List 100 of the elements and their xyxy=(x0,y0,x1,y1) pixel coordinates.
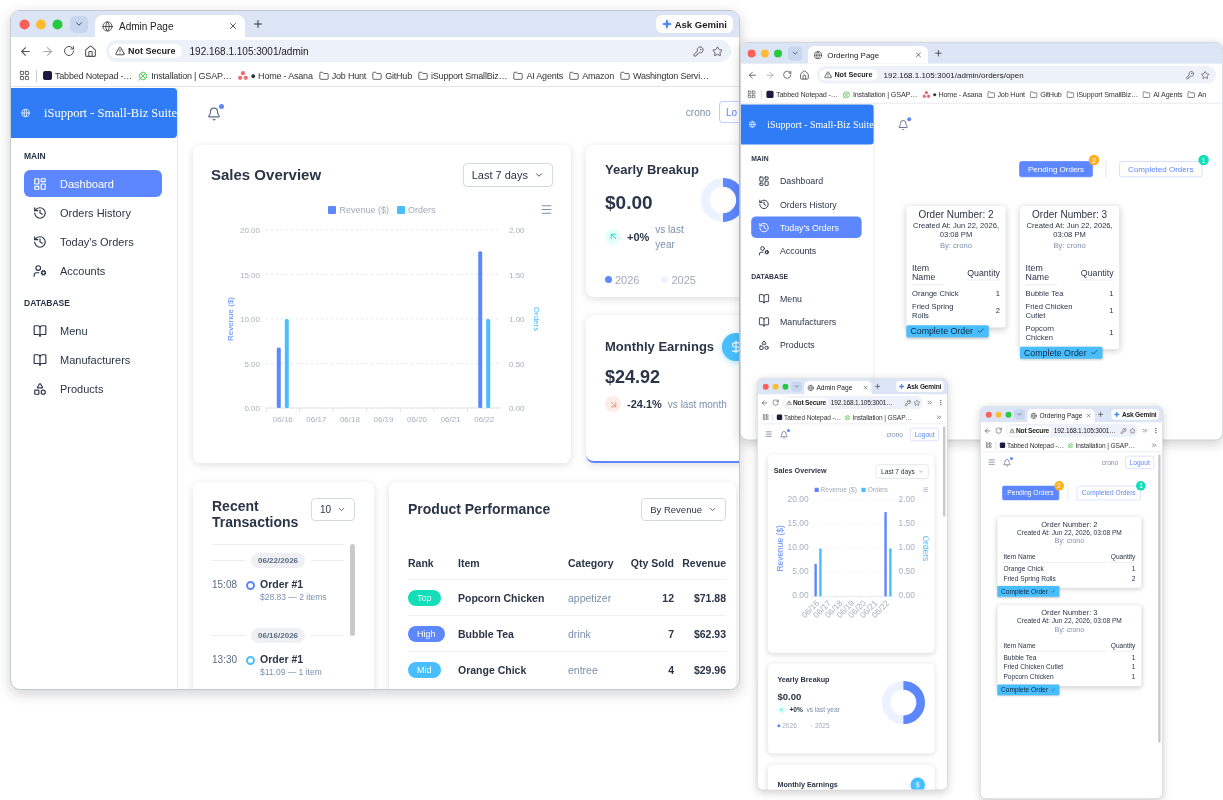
column-header: Rank xyxy=(408,557,435,569)
transaction-detail: $28.83 — 2 items xyxy=(260,592,328,603)
bookmark-link[interactable]: ● Home - Asana xyxy=(237,70,313,81)
y-tick-label: 1.50 xyxy=(898,518,915,529)
sidebar-item[interactable]: Accounts xyxy=(24,257,162,284)
y-tick-label: 15.00 xyxy=(787,518,809,529)
card-title: Yearly Breakup xyxy=(605,163,700,178)
tab-title: Admin Page xyxy=(119,20,175,32)
y-tick-label: 20.00 xyxy=(239,226,260,235)
y-tick-label: 0.50 xyxy=(509,359,525,369)
rank-tag: High xyxy=(408,625,445,642)
card-title: Recent Transactions xyxy=(212,498,300,531)
bookmark-link[interactable]: GitHub xyxy=(372,70,412,81)
y-tick-label: 2.00 xyxy=(509,226,525,235)
legend-label: 2025 xyxy=(671,273,696,286)
sidebar-item[interactable]: Menu xyxy=(751,287,862,310)
column-header: Item xyxy=(458,557,481,569)
rank-tag: Mid xyxy=(408,661,441,678)
y-tick-label: 15.00 xyxy=(239,270,260,280)
sidebar-item[interactable]: Orders History xyxy=(24,199,162,226)
y-tick-label: 0.00 xyxy=(792,590,809,601)
bookmark-link[interactable]: Tabbed Notepad -… xyxy=(43,70,133,81)
brand-name: iSupport - Small-Biz Suite xyxy=(44,105,177,121)
bookmark-link[interactable]: iSupport SmallBiz… xyxy=(417,70,508,81)
sidebar-item[interactable]: Products xyxy=(24,375,162,402)
table-cell-text: drink xyxy=(568,627,592,640)
browser-tab[interactable]: Ordering Page xyxy=(808,46,928,64)
y-tick-label: 1.00 xyxy=(509,315,525,324)
y-tick-label: 0.50 xyxy=(898,566,915,577)
x-tick-label: 06/20 xyxy=(407,415,428,424)
bookmark-link[interactable]: Job Hunt xyxy=(318,70,367,81)
y-tick-label: 0.00 xyxy=(509,404,525,413)
section-heading: DATABASE xyxy=(23,298,71,308)
bookmark-link[interactable]: AI Agents xyxy=(513,70,564,81)
sort-dropdown[interactable]: By Revenue xyxy=(641,498,726,521)
brand-name: iSupport - Small-Biz Suite xyxy=(767,118,874,131)
table-cell-text: 4 xyxy=(667,663,674,676)
table-cell-text: entree xyxy=(568,663,599,676)
transaction-time: 13:30 xyxy=(212,653,239,666)
axis-title: Revenue ($) xyxy=(226,297,236,341)
transaction-title: Order #1 xyxy=(260,653,305,666)
assistant-button[interactable]: Ask Gemini xyxy=(655,15,733,33)
count-dropdown[interactable]: 10 xyxy=(310,498,355,521)
order-number: Order Number: 2 xyxy=(917,209,995,221)
y-tick-label: 2.00 xyxy=(898,494,915,505)
order-number: Order Number: 3 xyxy=(1031,209,1109,221)
table-cell-text: 7 xyxy=(667,627,674,640)
complete-order-button[interactable]: Complete Order xyxy=(1020,346,1103,359)
sidebar-item[interactable]: Orders History xyxy=(751,193,862,215)
table-cell-text: appetizer xyxy=(568,591,613,604)
section-heading: MAIN xyxy=(23,151,47,161)
x-tick-label: 06/22 xyxy=(474,415,495,424)
column-header: Quantity xyxy=(967,267,1000,281)
change-percent: -24.1% xyxy=(627,398,662,410)
y-tick-label: 0.00 xyxy=(244,404,260,413)
range-dropdown[interactable]: Last 7 days xyxy=(462,163,553,187)
order-tab[interactable]: Completed Orders xyxy=(1119,161,1203,178)
sidebar-item[interactable]: Dashboard xyxy=(751,170,862,192)
axis-title: Orders xyxy=(920,535,929,562)
column-header: Item Name xyxy=(912,262,944,285)
sidebar-item[interactable]: Today's Orders xyxy=(24,228,162,255)
table-cell-text: Bubble Tea xyxy=(458,627,515,640)
y-tick-label: 1.00 xyxy=(898,542,915,553)
bookmark-link[interactable]: Washington Servi… xyxy=(619,70,709,81)
username: crono xyxy=(685,106,711,118)
logout-button[interactable]: Lo xyxy=(718,101,739,123)
amount: $0.00 xyxy=(605,191,654,214)
table-cell-text: 12 xyxy=(661,591,674,604)
table-cell-text: $29.96 xyxy=(692,663,726,676)
table-cell-text: $62.93 xyxy=(692,627,726,640)
sidebar-item[interactable]: Menu xyxy=(24,317,162,344)
sidebar-item[interactable]: Products xyxy=(751,334,862,356)
card-title: Product Performance xyxy=(408,501,551,518)
table-cell-text: Popcorn Chicken xyxy=(458,591,546,604)
x-tick-label: 06/16 xyxy=(272,415,293,424)
security-chip[interactable]: Not Secure xyxy=(109,44,182,58)
sidebar-item[interactable]: Manufacturers xyxy=(751,310,862,333)
comparison-text: vs last month xyxy=(667,397,727,412)
amount: $24.92 xyxy=(605,367,662,388)
comparison-text: vs last year xyxy=(655,222,685,252)
column-header: Qty Sold xyxy=(630,557,674,569)
tab-title: Ordering Page xyxy=(827,50,881,60)
sidebar-item[interactable]: Accounts xyxy=(751,239,862,262)
x-tick-label: 06/18 xyxy=(339,415,360,424)
legend-label: Revenue ($) xyxy=(339,204,389,215)
address-bar[interactable]: Not Secure 192.168.1.105:3001/admin xyxy=(106,40,731,62)
sidebar-item[interactable]: Manufacturers xyxy=(24,346,162,373)
bookmark-link[interactable]: Amazon xyxy=(569,70,614,81)
transaction-detail: $11.09 — 1 item xyxy=(260,667,323,678)
y-tick-label: 5.00 xyxy=(244,359,260,369)
y-tick-label: 0.00 xyxy=(898,590,915,601)
y-tick-label: 20.00 xyxy=(787,494,809,505)
y-tick-label: 10.00 xyxy=(787,542,809,553)
url-text: 192.168.1.105:3001/admin/orders/open xyxy=(883,70,1024,80)
x-tick-label: 06/19 xyxy=(373,415,394,424)
bookmark-link[interactable]: Installation | GSAP… xyxy=(138,70,232,81)
browser-tab[interactable]: Admin Page xyxy=(95,15,245,37)
amount: $0.00 xyxy=(777,691,803,702)
legend-label: Orders xyxy=(408,204,436,215)
column-header: Category xyxy=(568,557,615,569)
